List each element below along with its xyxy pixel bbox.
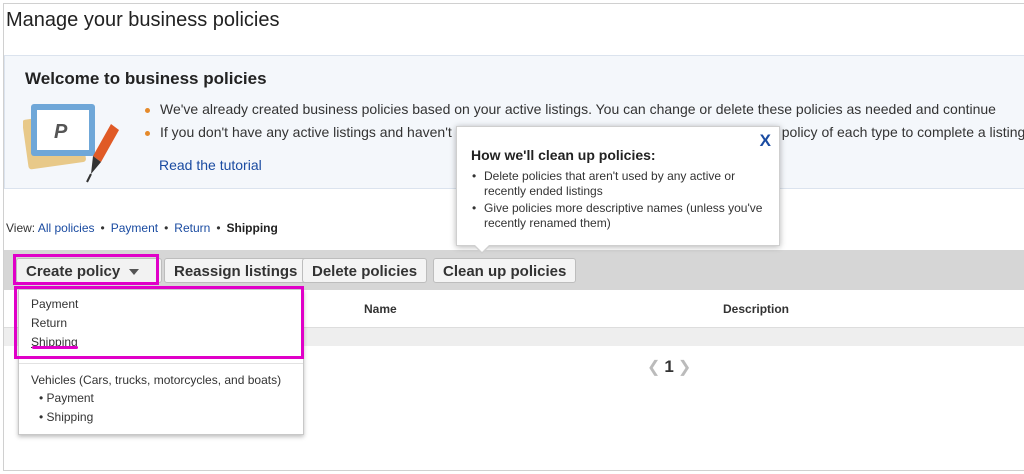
- view-shipping-current: Shipping: [226, 221, 278, 235]
- menu-item-vehicle-shipping[interactable]: • Shipping: [39, 410, 93, 424]
- welcome-title: Welcome to business policies: [25, 69, 267, 88]
- pagination: ❮ 1 ❯: [643, 357, 695, 377]
- welcome-bullet: We've already created business policies …: [145, 101, 1024, 117]
- welcome-bullet-text: If you don't have any active listings an…: [160, 124, 452, 140]
- tooltip-item: Give policies more descriptive names (un…: [471, 201, 771, 231]
- view-filter: View: All policies • Payment • Return • Shippi…: [6, 221, 278, 235]
- cleanup-tooltip: How we'll clean up policies: X Delete po…: [456, 126, 780, 254]
- menu-divider: [19, 363, 303, 364]
- tooltip-pointer-fill: [474, 244, 490, 252]
- chevron-right-icon[interactable]: ❯: [678, 359, 691, 376]
- view-separator: •: [216, 221, 221, 235]
- view-separator: •: [100, 221, 105, 235]
- read-tutorial-link[interactable]: Read the tutorial: [159, 157, 262, 173]
- tooltip-title: How we'll clean up policies:: [471, 147, 656, 163]
- paypal-card-pen-icon: P: [23, 104, 119, 183]
- highlight-box-create: [13, 254, 159, 285]
- column-header-name[interactable]: Name: [364, 302, 397, 316]
- page-title: Manage your business policies: [6, 9, 280, 31]
- view-all-policies-link[interactable]: All policies: [38, 221, 95, 235]
- tooltip-item: Delete policies that aren't used by any …: [471, 169, 771, 199]
- chevron-left-icon[interactable]: ❮: [647, 359, 660, 376]
- welcome-bullet-tail: policy of each type to complete a listin…: [781, 124, 1024, 140]
- view-payment-link[interactable]: Payment: [111, 221, 158, 235]
- view-return-link[interactable]: Return: [174, 221, 210, 235]
- reassign-listings-button[interactable]: Reassign listings: [164, 258, 308, 283]
- view-label: View:: [6, 221, 36, 235]
- delete-policies-button[interactable]: Delete policies: [302, 258, 428, 283]
- clean-up-policies-button[interactable]: Clean up policies: [433, 258, 577, 283]
- view-separator: •: [164, 221, 169, 235]
- menu-vehicles-label: Vehicles (Cars, trucks, motorcycles, and…: [31, 373, 282, 387]
- menu-item-vehicle-payment[interactable]: • Payment: [39, 391, 94, 405]
- highlight-underline: [32, 346, 78, 349]
- svg-text:P: P: [54, 121, 68, 143]
- column-header-description[interactable]: Description: [723, 302, 789, 316]
- page-number[interactable]: 1: [664, 357, 673, 376]
- close-icon[interactable]: X: [760, 131, 771, 151]
- tooltip-list: Delete policies that aren't used by any …: [471, 169, 771, 233]
